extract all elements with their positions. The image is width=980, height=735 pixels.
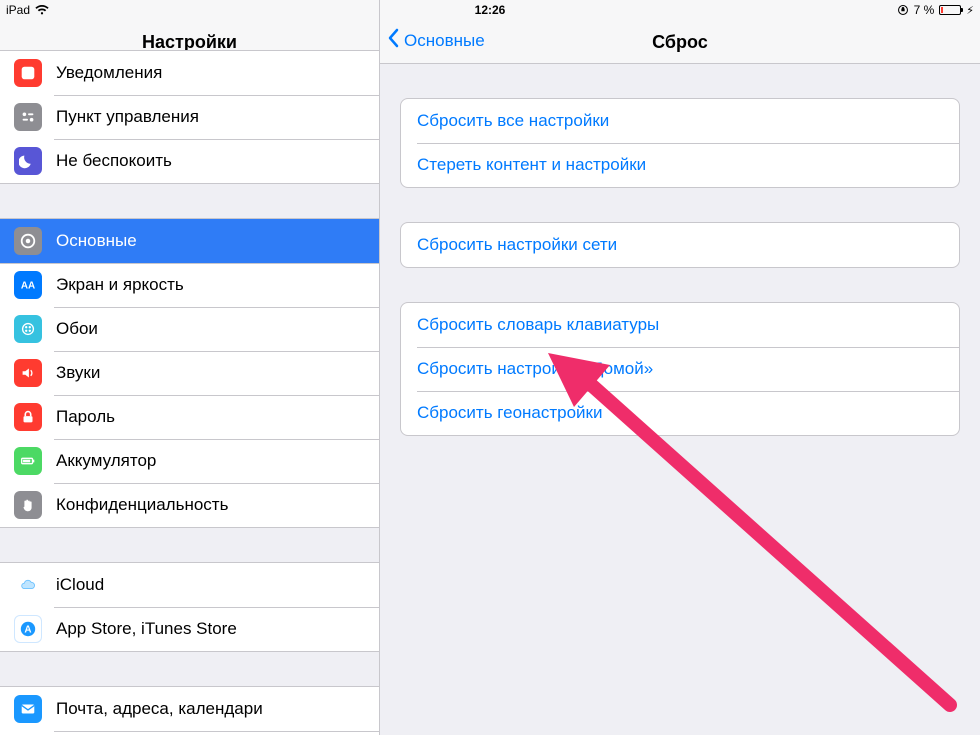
reset-all-settings-row[interactable]: Сбросить все настройки bbox=[401, 99, 959, 143]
cloud-icon bbox=[14, 571, 42, 599]
sidebar-group: iCloud A App Store, iTunes Store bbox=[0, 562, 379, 652]
sidebar-item-label: App Store, iTunes Store bbox=[56, 619, 237, 639]
sidebar-item-passcode[interactable]: Пароль bbox=[0, 395, 379, 439]
sidebar-item-notifications[interactable]: Уведомления bbox=[0, 51, 379, 95]
reset-dictionary-row[interactable]: Сбросить словарь клавиатуры bbox=[401, 303, 959, 347]
sidebar-item-label: iCloud bbox=[56, 575, 104, 595]
back-button[interactable]: Основные bbox=[380, 28, 485, 53]
display-icon: AA bbox=[14, 271, 42, 299]
detail-title: Сброс bbox=[652, 32, 708, 53]
back-label: Основные bbox=[404, 31, 485, 51]
appstore-icon: A bbox=[14, 615, 42, 643]
reset-network-row[interactable]: Сбросить настройки сети bbox=[401, 223, 959, 267]
battery-icon bbox=[14, 447, 42, 475]
hand-icon bbox=[14, 491, 42, 519]
battery-icon bbox=[939, 5, 961, 15]
charging-icon: ⚡︎ bbox=[966, 4, 974, 17]
sidebar-list[interactable]: Уведомления Пункт управления Не беспокои… bbox=[0, 50, 379, 735]
gear-icon bbox=[14, 227, 42, 255]
device-name: iPad bbox=[6, 3, 30, 17]
wifi-icon bbox=[35, 5, 49, 16]
sidebar-group: Почта, адреса, календари Заметки bbox=[0, 686, 379, 735]
status-left: iPad bbox=[6, 3, 49, 17]
lock-icon bbox=[14, 403, 42, 431]
sidebar-item-label: Уведомления bbox=[56, 63, 162, 83]
sidebar-item-notes[interactable]: Заметки bbox=[0, 731, 379, 735]
sidebar-item-battery[interactable]: Аккумулятор bbox=[0, 439, 379, 483]
sidebar-item-store[interactable]: A App Store, iTunes Store bbox=[0, 607, 379, 651]
group-spacer bbox=[0, 528, 379, 562]
sidebar-group: Основные AA Экран и яркость Обои bbox=[0, 218, 379, 528]
dnd-icon bbox=[14, 147, 42, 175]
sidebar-group: Уведомления Пункт управления Не беспокои… bbox=[0, 50, 379, 184]
sidebar-item-label: Аккумулятор bbox=[56, 451, 156, 471]
sounds-icon bbox=[14, 359, 42, 387]
sidebar-item-control-center[interactable]: Пункт управления bbox=[0, 95, 379, 139]
svg-text:AA: AA bbox=[21, 281, 35, 292]
sidebar-item-wallpaper[interactable]: Обои bbox=[0, 307, 379, 351]
settings-sidebar: Настройки Уведомления Пункт управления bbox=[0, 0, 380, 735]
sidebar-item-mail[interactable]: Почта, адреса, календари bbox=[0, 687, 379, 731]
group-spacer bbox=[0, 652, 379, 686]
status-time: 12:26 bbox=[475, 3, 506, 17]
group-spacer bbox=[0, 184, 379, 218]
sidebar-item-label: Обои bbox=[56, 319, 98, 339]
row-label: Сбросить все настройки bbox=[417, 111, 609, 131]
sidebar-item-sounds[interactable]: Звуки bbox=[0, 351, 379, 395]
row-label: Стереть контент и настройки bbox=[417, 155, 646, 175]
sidebar-item-privacy[interactable]: Конфиденциальность bbox=[0, 483, 379, 527]
detail-body[interactable]: Сбросить все настройки Стереть контент и… bbox=[380, 64, 980, 735]
status-bar: iPad 12:26 7 % ⚡︎ bbox=[0, 0, 980, 20]
sidebar-item-dnd[interactable]: Не беспокоить bbox=[0, 139, 379, 183]
row-label: Сбросить геонастройки bbox=[417, 403, 603, 423]
sidebar-item-label: Пароль bbox=[56, 407, 115, 427]
sidebar-item-icloud[interactable]: iCloud bbox=[0, 563, 379, 607]
sidebar-item-label: Почта, адреса, календари bbox=[56, 699, 263, 719]
detail-pane: Основные Сброс Сбросить все настройки Ст… bbox=[380, 0, 980, 735]
notifications-icon bbox=[14, 59, 42, 87]
chevron-left-icon bbox=[386, 28, 400, 53]
reset-home-row[interactable]: Сбросить настройки «Домой» bbox=[401, 347, 959, 391]
control-center-icon bbox=[14, 103, 42, 131]
status-right: 7 % ⚡︎ bbox=[897, 3, 974, 17]
sidebar-item-display[interactable]: AA Экран и яркость bbox=[0, 263, 379, 307]
sidebar-item-label: Экран и яркость bbox=[56, 275, 184, 295]
sidebar-item-general[interactable]: Основные bbox=[0, 219, 379, 263]
sidebar-item-label: Конфиденциальность bbox=[56, 495, 228, 515]
sidebar-item-label: Звуки bbox=[56, 363, 100, 383]
sidebar-item-label: Основные bbox=[56, 231, 137, 251]
orientation-lock-icon bbox=[897, 4, 909, 16]
reset-geo-row[interactable]: Сбросить геонастройки bbox=[401, 391, 959, 435]
detail-group: Сбросить все настройки Стереть контент и… bbox=[400, 98, 960, 188]
mail-icon bbox=[14, 695, 42, 723]
battery-percent: 7 % bbox=[914, 3, 935, 17]
erase-all-row[interactable]: Стереть контент и настройки bbox=[401, 143, 959, 187]
detail-group: Сбросить словарь клавиатуры Сбросить нас… bbox=[400, 302, 960, 436]
row-label: Сбросить словарь клавиатуры bbox=[417, 315, 659, 335]
row-label: Сбросить настройки сети bbox=[417, 235, 617, 255]
detail-group: Сбросить настройки сети bbox=[400, 222, 960, 268]
wallpaper-icon bbox=[14, 315, 42, 343]
sidebar-item-label: Не беспокоить bbox=[56, 151, 172, 171]
svg-text:A: A bbox=[24, 625, 31, 636]
row-label: Сбросить настройки «Домой» bbox=[417, 359, 653, 379]
sidebar-item-label: Пункт управления bbox=[56, 107, 199, 127]
